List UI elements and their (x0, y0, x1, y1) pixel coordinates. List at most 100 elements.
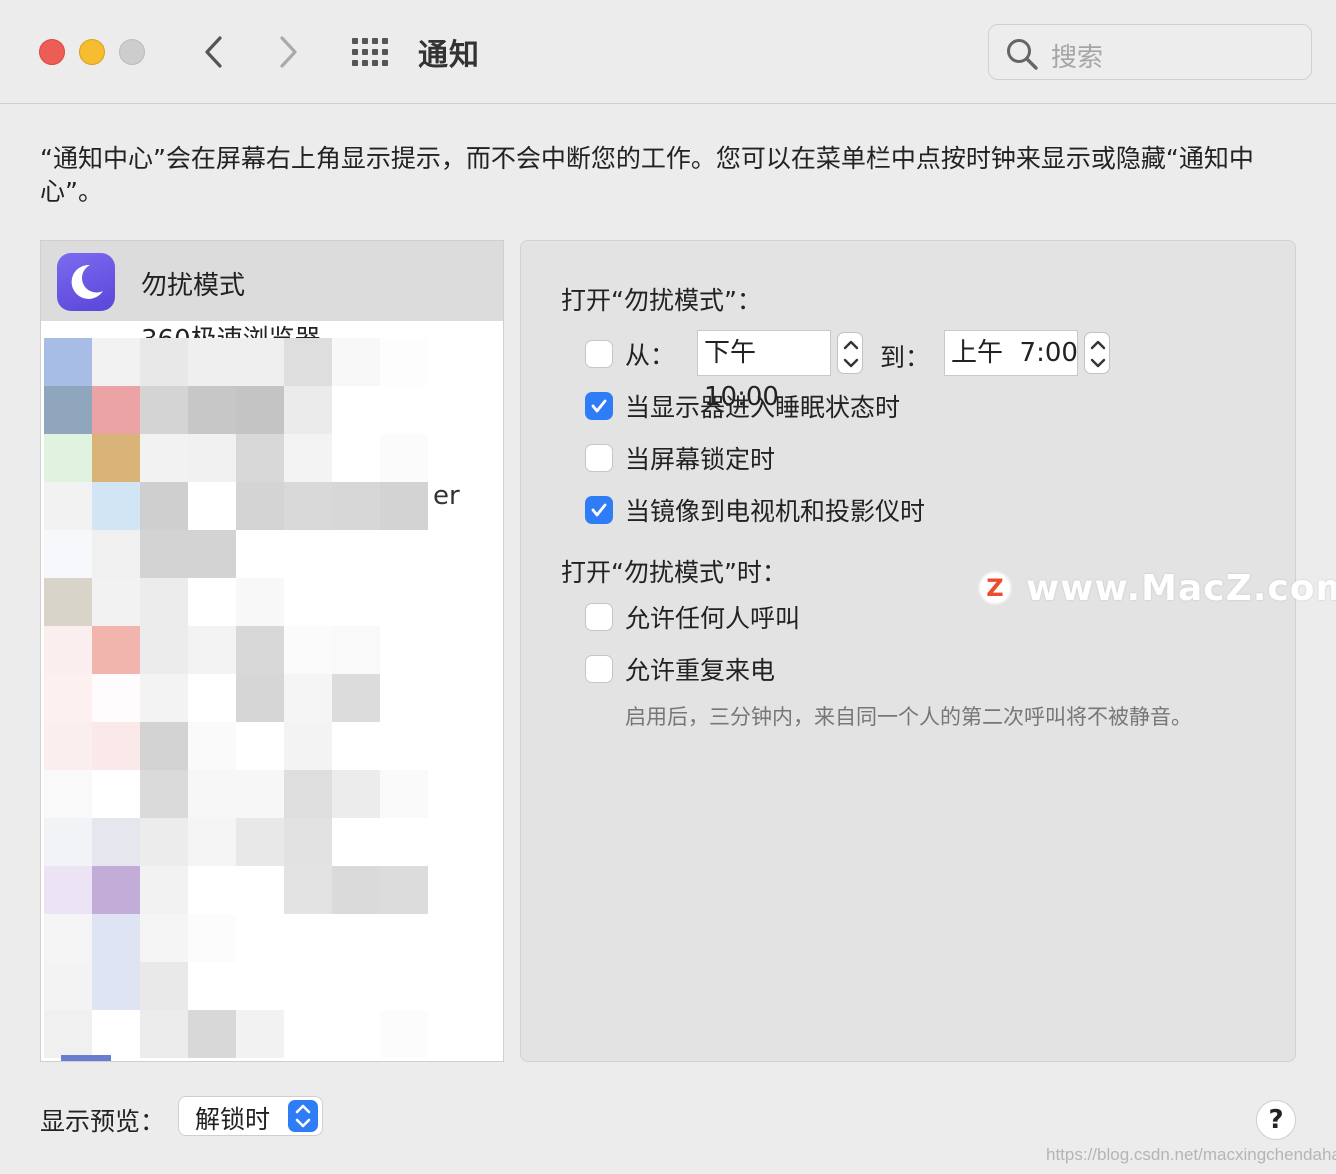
mosaic-tile (332, 866, 380, 914)
mosaic-tile (140, 482, 188, 530)
mosaic-tile (140, 962, 188, 1010)
search-icon (1007, 39, 1038, 70)
app-list[interactable]: 勿扰模式 360极速浏览器 er (40, 240, 504, 1062)
mosaic-tile (188, 530, 236, 578)
mosaic-tile (140, 530, 188, 578)
mosaic-tile (44, 818, 92, 866)
show-all-button[interactable] (350, 36, 390, 68)
screen-locked-checkbox[interactable] (585, 444, 613, 472)
mosaic-tile (332, 434, 380, 482)
preview-popup-button[interactable]: 解锁时 (178, 1096, 323, 1136)
mosaic-tile (236, 818, 284, 866)
mosaic-tile (236, 338, 284, 386)
mosaic-tile (188, 1010, 236, 1058)
mosaic-tile (140, 626, 188, 674)
list-item-do-not-disturb[interactable]: 勿扰模式 (41, 241, 503, 321)
mosaic-tile (44, 722, 92, 770)
close-window-button[interactable] (39, 39, 65, 65)
to-time-field[interactable]: 上午 7:00 (944, 330, 1078, 376)
watermark-text: www.MacZ.com (1026, 567, 1336, 609)
repeated-calls-checkbox[interactable] (585, 655, 613, 683)
mosaic-tile (236, 914, 284, 962)
watermark-logo: Z (978, 571, 1012, 605)
mosaic-tile (380, 770, 428, 818)
mosaic-tile (188, 482, 236, 530)
option-label: 允许任何人呼叫 (625, 604, 801, 633)
mosaic-tile (284, 578, 332, 626)
mosaic-tile (188, 962, 236, 1010)
mosaic-tile (188, 578, 236, 626)
mirroring-checkbox[interactable] (585, 496, 613, 524)
help-button[interactable]: ? (1256, 1100, 1296, 1140)
mosaic-tile (92, 434, 140, 482)
mosaic-tile (92, 674, 140, 722)
mosaic-tile (332, 482, 380, 530)
mosaic-tile (92, 482, 140, 530)
mosaic-tile (236, 578, 284, 626)
search-field[interactable]: 搜索 (988, 24, 1312, 80)
mosaic-tile (44, 914, 92, 962)
option-screen-locked[interactable]: 当屏幕锁定时 (585, 441, 775, 475)
mosaic-tile (332, 626, 380, 674)
mosaic-tile (332, 530, 380, 578)
mosaic-tile (380, 818, 428, 866)
mosaic-tile (92, 386, 140, 434)
allow-calls-checkbox[interactable] (585, 603, 613, 631)
option-display-sleep[interactable]: 当显示器进入睡眠状态时 (585, 389, 900, 423)
mosaic-tile (284, 866, 332, 914)
option-mirroring[interactable]: 当镜像到电视机和投影仪时 (585, 493, 925, 527)
mosaic-tile (332, 722, 380, 770)
mosaic-tile (140, 674, 188, 722)
mosaic-tile (332, 338, 380, 386)
mosaic-tile (188, 338, 236, 386)
mosaic-tile (332, 818, 380, 866)
option-label: 当镜像到电视机和投影仪时 (625, 497, 926, 526)
mosaic-tile (92, 962, 140, 1010)
stepper-arrows-icon (843, 340, 859, 368)
checkmark-icon (591, 399, 607, 413)
mosaic-tile (284, 338, 332, 386)
minimize-window-button[interactable] (79, 39, 105, 65)
repeated-calls-note: 启用后，三分钟内，来自同一个人的第二次呼叫将不被静音。 (625, 705, 1192, 729)
mosaic-tile (236, 722, 284, 770)
schedule-checkbox[interactable] (585, 340, 613, 368)
forward-button[interactable] (268, 30, 308, 74)
option-allow-calls[interactable]: 允许任何人呼叫 (585, 600, 800, 634)
mosaic-tile (188, 434, 236, 482)
mosaic-tile (284, 722, 332, 770)
mosaic-tile (92, 578, 140, 626)
mosaic-tile (92, 530, 140, 578)
mosaic-tile (380, 1010, 428, 1058)
mosaic-tile (380, 914, 428, 962)
mosaic-tile (188, 866, 236, 914)
back-button[interactable] (194, 30, 234, 74)
pixelated-app-list (44, 338, 436, 1060)
display-sleep-checkbox[interactable] (585, 392, 613, 420)
mosaic-tile (140, 866, 188, 914)
mosaic-tile (44, 482, 92, 530)
mosaic-tile (92, 722, 140, 770)
mosaic-tile (44, 674, 92, 722)
mosaic-tile (140, 578, 188, 626)
mosaic-tile (332, 386, 380, 434)
to-label: 到： (880, 343, 931, 372)
to-time-stepper[interactable] (1084, 332, 1110, 374)
section-title-schedule: 打开“勿扰模式”： (561, 286, 762, 315)
from-time-field[interactable]: 下午10:00 (697, 330, 831, 412)
mosaic-tile (44, 962, 92, 1010)
mosaic-tile (284, 818, 332, 866)
mosaic-tile (284, 386, 332, 434)
mosaic-tile (44, 578, 92, 626)
grid-icon (352, 38, 388, 66)
zoom-window-button[interactable] (119, 39, 145, 65)
mosaic-tile (380, 674, 428, 722)
mosaic-tile (188, 914, 236, 962)
window-title: 通知 (418, 38, 480, 73)
mosaic-tile (188, 674, 236, 722)
from-time-stepper[interactable] (837, 332, 863, 374)
option-repeated-calls[interactable]: 允许重复来电 (585, 652, 775, 686)
mosaic-tile (92, 818, 140, 866)
mosaic-tile (44, 386, 92, 434)
from-label: 从： (625, 341, 676, 370)
schedule-checkbox-row[interactable]: 从： (585, 337, 675, 371)
